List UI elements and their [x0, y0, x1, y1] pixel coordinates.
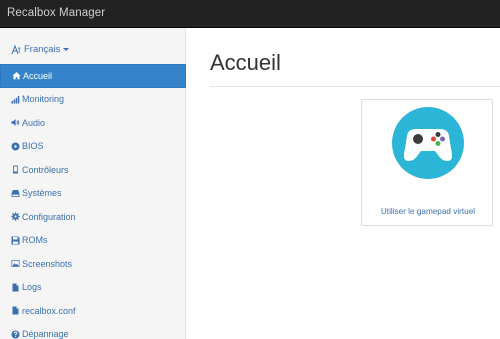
- sidebar-item-audio[interactable]: Audio: [0, 111, 186, 135]
- sidebar-item-label: Systèmes: [22, 188, 62, 199]
- title-divider: [210, 86, 500, 87]
- gamepad-icon[interactable]: [391, 106, 465, 180]
- sidebar-item-bios[interactable]: BIOS: [0, 135, 186, 159]
- sidebar-item-controleurs[interactable]: Contrôleurs: [0, 158, 186, 182]
- top-navbar: Recalbox Manager: [0, 0, 500, 28]
- sidebar-item-configuration[interactable]: Configuration: [0, 205, 186, 229]
- sidebar-item-label: ROMs: [22, 235, 48, 246]
- virtual-gamepad-link[interactable]: Utiliser le gamepad virtuel: [362, 207, 494, 216]
- sidebar-nav: Accueil Monitoring Audio BIOS Contrôleur…: [0, 64, 186, 339]
- sidebar-item-label: Contrôleurs: [22, 164, 69, 175]
- sidebar-item-label: Configuration: [22, 211, 76, 222]
- sidebar-item-label: Accueil: [23, 70, 53, 81]
- sidebar-item-label: Audio: [22, 117, 46, 128]
- home-icon: [12, 71, 21, 80]
- language-label: Français: [24, 44, 61, 55]
- sidebar-item-label: Monitoring: [22, 94, 65, 105]
- sidebar-item-roms[interactable]: ROMs: [0, 229, 186, 253]
- app-title[interactable]: Recalbox Manager: [7, 7, 105, 19]
- language-dropdown[interactable]: Français: [11, 44, 70, 55]
- sidebar: Français Accueil Monitoring Audio BIOS C…: [0, 28, 186, 339]
- file-icon: [11, 306, 20, 315]
- sidebar-item-monitoring[interactable]: Monitoring: [0, 88, 186, 112]
- page-title: Accueil: [210, 50, 281, 75]
- translate-icon: [11, 44, 21, 55]
- picture-icon: [11, 259, 20, 268]
- sidebar-item-systemes[interactable]: Systèmes: [0, 182, 186, 206]
- volume-icon: [11, 118, 20, 127]
- sidebar-item-label: Logs: [22, 282, 42, 293]
- sidebar-item-label: recalbox.conf: [22, 305, 76, 316]
- sidebar-item-depannage[interactable]: Dépannage: [0, 323, 186, 339]
- virtual-gamepad-card[interactable]: Utiliser le gamepad virtuel: [361, 99, 493, 226]
- hdd-icon: [11, 189, 20, 198]
- floppy-icon: [11, 236, 20, 245]
- sidebar-item-screenshots[interactable]: Screenshots: [0, 252, 186, 276]
- disc-icon: [11, 142, 20, 151]
- sidebar-item-label: Dépannage: [22, 329, 69, 339]
- phone-icon: [11, 165, 20, 174]
- gear-icon: [11, 212, 20, 221]
- main-content: Accueil Utiliser le gamepad virtuel: [186, 28, 500, 339]
- file-icon: [11, 283, 20, 292]
- sidebar-item-label: Screenshots: [22, 258, 73, 269]
- sidebar-item-recalbox-conf[interactable]: recalbox.conf: [0, 299, 186, 323]
- sidebar-item-logs[interactable]: Logs: [0, 276, 186, 300]
- caret-down-icon: [63, 48, 70, 51]
- question-circle-icon: [11, 330, 20, 339]
- signal-bars-icon: [11, 95, 20, 104]
- sidebar-item-label: BIOS: [22, 141, 44, 152]
- sidebar-item-accueil[interactable]: Accueil: [0, 64, 186, 88]
